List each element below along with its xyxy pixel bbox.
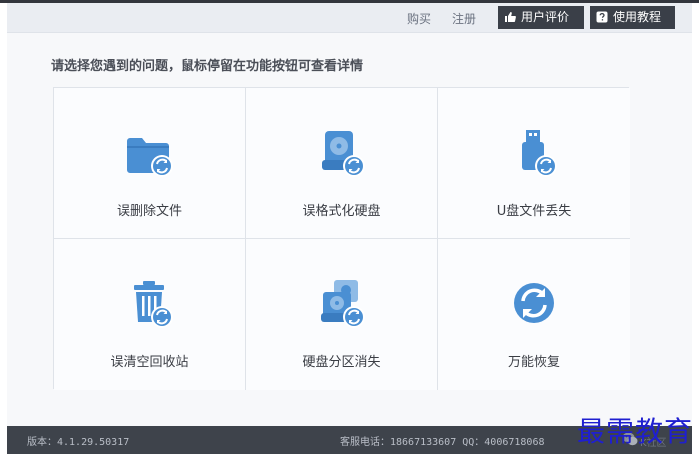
option-label: 万能恢复 xyxy=(507,355,560,370)
option-universal-recovery[interactable]: 万能恢复 xyxy=(438,239,630,390)
help-icon xyxy=(596,11,608,23)
universal-recover-icon xyxy=(514,283,554,323)
usb-drive-recover-icon xyxy=(522,130,557,177)
instruction-text: 请选择您遇到的问题，鼠标停留在功能按钮可查看详情 xyxy=(51,59,364,74)
version-text: 版本：4.1.29.50317 xyxy=(27,437,130,448)
user-review-button[interactable]: 用户评价 xyxy=(498,6,584,29)
tutorial-label: 使用教程 xyxy=(613,10,662,24)
top-bar: 购买 注册 用户评价 使用教程 xyxy=(7,3,692,33)
option-label: 硬盘分区消失 xyxy=(302,355,381,370)
option-label: 误删除文件 xyxy=(116,204,182,219)
disk-partition-recover-icon xyxy=(320,280,365,328)
buy-link[interactable]: 购买 xyxy=(407,10,431,27)
main-content: 请选择您遇到的问题，鼠标停留在功能按钮可查看详情 误删除文件 误格式化硬盘 U盘… xyxy=(7,33,692,426)
option-label: U盘文件丢失 xyxy=(496,204,572,219)
option-label: 误清空回收站 xyxy=(110,355,189,370)
recycle-bin-recover-icon xyxy=(133,281,173,328)
tutorial-button[interactable]: 使用教程 xyxy=(590,6,675,29)
option-label: 误格式化硬盘 xyxy=(302,204,381,219)
app-window: 购买 注册 用户评价 使用教程 请选择您遇到的问题，鼠标停留在功能按钮可查看详情 xyxy=(7,3,692,454)
watermark-overlay: 最需教育 xyxy=(577,415,694,448)
harddisk-recover-icon xyxy=(321,131,365,177)
option-usb-lost[interactable]: U盘文件丢失 xyxy=(438,88,630,239)
contact-info: 客服电话：18667133607 QQ：4006718068 xyxy=(340,437,545,448)
recovery-options-grid: 误删除文件 误格式化硬盘 U盘文件丢失 误清空回收站 硬盘分区消失 万能恢复 xyxy=(53,87,630,390)
thumbs-up-icon xyxy=(505,12,516,22)
option-recycle-bin[interactable]: 误清空回收站 xyxy=(54,239,246,390)
option-formatted-disk[interactable]: 误格式化硬盘 xyxy=(246,88,438,239)
user-review-label: 用户评价 xyxy=(521,10,570,24)
folder-recover-icon xyxy=(126,138,173,177)
option-deleted-files[interactable]: 误删除文件 xyxy=(54,88,246,239)
option-partition-lost[interactable]: 硬盘分区消失 xyxy=(246,239,438,390)
register-link[interactable]: 注册 xyxy=(452,10,476,27)
